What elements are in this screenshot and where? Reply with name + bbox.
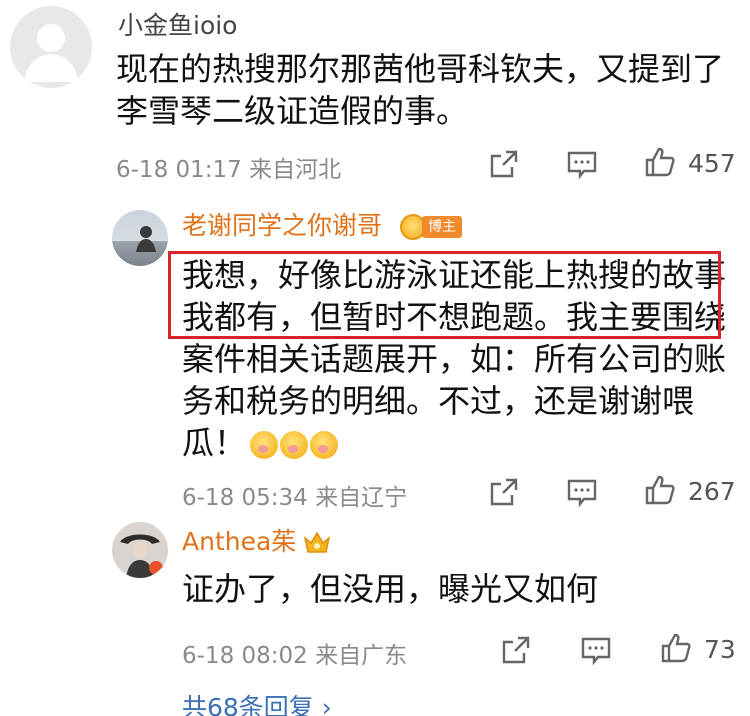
comment-text-1: 现在的热搜那尔那茜他哥科钦夫，又提到了 李雪琴二级证造假的事。 <box>116 48 736 132</box>
blogger-tag: 博主 <box>422 216 462 238</box>
comment-2-line-4: 务和税务的明细。不过，还是谢谢喂 <box>182 382 695 420</box>
comment-3-line-1: 证办了，但没用，曝光又如何 <box>182 570 599 608</box>
comment-3-timestamp: 6-18 08:02 <box>182 643 308 669</box>
avatar-blogger[interactable] <box>112 210 168 266</box>
comment-1-line-1: 现在的热搜那尔那茜他哥科钦夫，又提到了 <box>116 50 725 88</box>
blogger-badge: 博主 <box>400 214 462 240</box>
comment-1-meta: 6-18 01:17 来自河北 <box>116 150 341 184</box>
comment-icon[interactable] <box>566 476 598 508</box>
share-icon[interactable] <box>488 476 520 508</box>
thumbs-up-icon[interactable] <box>660 632 692 664</box>
comment-3-meta: 6-18 08:02 来自广东 <box>182 636 407 670</box>
comment-2-line-1: 我想，好像比游泳证还能上热搜的故事 <box>182 256 727 294</box>
comment-2-location: 来自辽宁 <box>315 485 408 511</box>
share-icon[interactable] <box>488 148 520 180</box>
username-anthea[interactable]: Anthea茱 <box>182 526 296 558</box>
username-blogger[interactable]: 老谢同学之你谢哥 <box>182 210 382 242</box>
like-count-3: 73 <box>704 635 736 664</box>
member-crown-icon <box>302 528 332 556</box>
emoji-row <box>250 431 339 459</box>
comment-icon[interactable] <box>580 634 612 666</box>
comment-2-line-5-text: 瓜！ <box>182 424 247 462</box>
comment-icon[interactable] <box>566 148 598 180</box>
thumbs-up-icon[interactable] <box>644 146 676 178</box>
comment-1-timestamp: 6-18 01:17 <box>116 157 242 183</box>
like-count-2: 267 <box>688 477 736 506</box>
thumbs-up-icon[interactable] <box>644 474 676 506</box>
comment-2-line-2: 我都有，但暂时不想跑题。我主要围绕 <box>182 298 727 336</box>
comment-2-line-3: 案件相关话题展开，如：所有公司的账 <box>182 340 727 378</box>
comment-text-2: 我想，好像比游泳证还能上热搜的故事 我都有，但暂时不想跑题。我主要围绕 案件相关… <box>182 254 727 464</box>
username-xiaojinyu[interactable]: 小金鱼ioio <box>118 10 237 42</box>
avatar-anthea[interactable] <box>112 522 168 578</box>
comment-3-location: 来自广东 <box>315 643 408 669</box>
comment-2-line-5: 瓜！ <box>182 422 722 464</box>
hungry-face-emoji-icon <box>310 431 339 459</box>
share-icon[interactable] <box>500 634 532 666</box>
comment-2-timestamp: 6-18 05:34 <box>182 485 308 511</box>
comment-2-meta: 6-18 05:34 来自辽宁 <box>182 478 407 512</box>
view-replies-link[interactable]: 共68条回复 › <box>182 688 332 716</box>
avatar-xiaojinyu[interactable] <box>10 6 92 88</box>
comment-1-line-2: 李雪琴二级证造假的事。 <box>116 92 469 130</box>
hungry-face-emoji-icon <box>250 431 279 459</box>
hungry-face-emoji-icon <box>280 431 309 459</box>
comment-text-3: 证办了，但没用，曝光又如何 <box>182 568 722 610</box>
like-count-1: 457 <box>688 149 736 178</box>
comment-1-location: 来自河北 <box>249 157 342 183</box>
